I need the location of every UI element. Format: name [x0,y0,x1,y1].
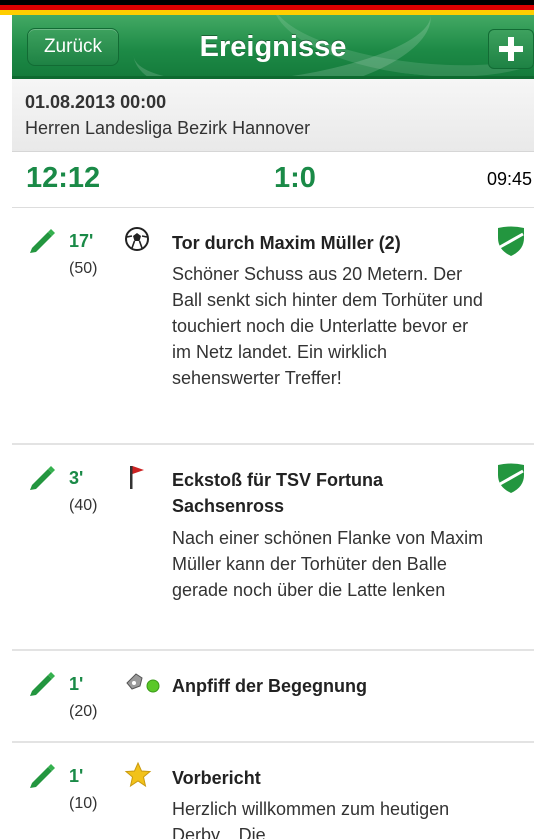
event-count: (20) [69,703,98,720]
event-minute: 17' [69,231,94,251]
event-description: Schöner Schuss aus 20 Metern. Der Ball s… [172,264,483,388]
pencil-icon[interactable] [24,757,58,796]
event-minute: 1' [69,674,84,694]
corner-flag-icon [124,463,150,496]
event-list: 17' (50) Tor durch Maxim Müller (2) Schö… [12,208,534,839]
event-count: (10) [69,795,98,812]
event-item[interactable]: 3' (40) Eckstoß für TSV Fortuna Sachsenr… [12,445,534,651]
pencil-icon[interactable] [24,665,58,704]
event-item[interactable]: 1' (20) Anpfiff der Begegnung [12,651,534,743]
event-title: Tor durch Maxim Müller (2) [172,233,401,253]
star-icon [124,761,152,794]
pencil-icon[interactable] [24,459,58,498]
back-button[interactable]: Zurück [27,28,119,66]
event-title: Anpfiff der Begegnung [172,676,367,696]
event-count: (40) [69,497,98,514]
match-date-time: 01.08.2013 00:00 [25,92,167,112]
event-description: Herzlich willkommen zum heutigen Derby..… [172,799,450,839]
german-flag-stripe [0,0,534,15]
match-league: Herren Landesliga Bezirk Hannover [25,118,311,138]
add-event-button[interactable] [488,29,534,69]
event-item[interactable]: 17' (50) Tor durch Maxim Müller (2) Schö… [12,208,534,445]
navigation-bar: Ereignisse Zurück [12,15,534,79]
event-title: Vorbericht [172,768,261,788]
soccer-ball-icon [124,226,150,257]
event-title: Eckstoß für TSV Fortuna Sachsenross [172,470,384,516]
event-minute: 1' [69,766,84,786]
event-description: Nach einer schönen Flanke von Maxim Müll… [172,528,484,600]
plus-icon [499,37,523,61]
team-shield-icon [496,225,526,262]
event-minute: 3' [69,468,84,488]
whistle-icon [124,669,164,702]
clock-time: 09:45 [486,169,532,189]
event-item[interactable]: 1' (10) Vorbericht Herzlich willkommen z… [12,743,534,839]
team-shield-icon [496,462,526,499]
match-time: 12:12 [26,162,101,194]
pencil-icon[interactable] [24,222,58,261]
match-score: 1:0 [274,162,316,194]
event-count: (50) [69,260,98,277]
scoreboard: 12:12 1:0 09:45 [12,152,534,208]
match-info: 01.08.2013 00:00 Herren Landesliga Bezir… [12,79,534,152]
